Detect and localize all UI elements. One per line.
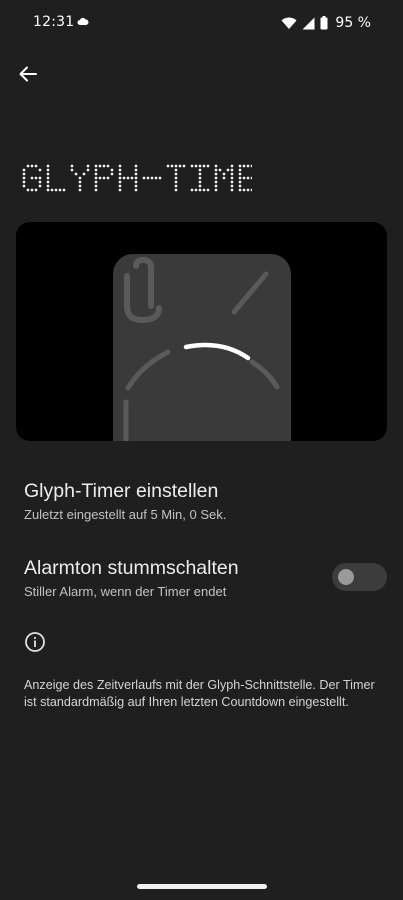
gesture-nav-handle[interactable]	[137, 884, 267, 889]
signal-icon	[302, 17, 315, 29]
battery-percent: 95 %	[335, 15, 371, 31]
setting-subtitle: Zuletzt eingestellt auf 5 Min, 0 Sek.	[24, 507, 227, 522]
phone-glyph-illustration	[113, 254, 291, 441]
setting-title: Glyph-Timer einstellen	[24, 480, 219, 502]
wifi-icon	[281, 17, 297, 29]
page-title-dotmatrix	[22, 164, 282, 192]
glyph-preview-card	[16, 222, 387, 441]
status-icons: 95 %	[281, 14, 371, 32]
info-icon	[25, 632, 45, 652]
page-title	[22, 162, 282, 200]
setting-title: Alarmton stummschalten	[24, 557, 239, 579]
info-text: Anzeige des Zeitverlaufs mit der Glyph-S…	[24, 678, 375, 709]
toggle-knob	[338, 569, 354, 585]
cloud-icon	[77, 17, 89, 25]
status-time: 12:31	[33, 14, 75, 30]
back-button[interactable]	[12, 58, 44, 90]
alarm-mute-toggle[interactable]	[332, 563, 387, 591]
setting-subtitle: Stiller Alarm, wenn der Timer endet	[24, 584, 227, 599]
setting-glyph-timer[interactable]: Glyph-Timer einstellen Zuletzt eingestel…	[0, 470, 403, 530]
arrow-left-icon	[19, 66, 37, 82]
battery-icon	[320, 16, 328, 30]
status-bar: 12:31 95 %	[0, 0, 403, 46]
